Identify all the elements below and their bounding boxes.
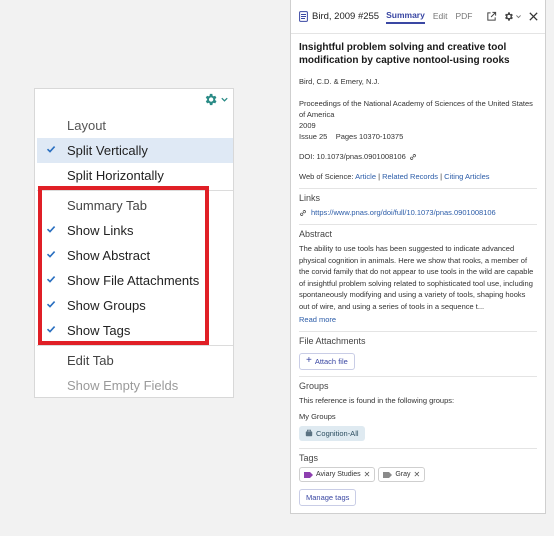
pane-body: Insightful problem solving and creative …: [291, 34, 545, 506]
gear-icon: [205, 93, 217, 106]
wos-related-records-link[interactable]: Related Records: [382, 172, 438, 181]
tab-edit[interactable]: Edit: [433, 11, 448, 23]
abstract-section: Abstract The ability to use tools has be…: [299, 224, 537, 325]
reference-pages: Pages 10370-10375: [335, 132, 404, 141]
menu-item-show-groups[interactable]: Show Groups: [37, 293, 233, 318]
reference-issue: Issue 25: [299, 132, 328, 141]
group-chip[interactable]: Cognition-All: [299, 425, 365, 441]
menu-header-layout: Layout: [67, 118, 107, 133]
reference-journal: Proceedings of the National Academy of S…: [299, 99, 533, 119]
checkmark-icon: [46, 226, 56, 233]
remove-tag-icon[interactable]: ✕: [414, 470, 421, 479]
plus-icon: +: [306, 355, 312, 366]
tags-section: Tags Aviary Studies ✕ Gray ✕ Manage tags: [299, 448, 537, 506]
pane-settings-button[interactable]: [503, 11, 522, 22]
menu-header-edit-tab: Edit Tab: [67, 353, 114, 368]
reference-summary-pane: Bird, 2009 #255 Summary Edit PDF Insight: [290, 0, 546, 514]
checkmark-icon: [46, 146, 56, 153]
open-external-icon[interactable]: [486, 11, 497, 22]
checkmark-icon: [46, 276, 56, 283]
close-icon[interactable]: [528, 11, 539, 22]
manage-tags-button[interactable]: Manage tags: [299, 489, 357, 506]
reference-authors: Bird, C.D. & Emery, N.J.: [299, 77, 380, 86]
group-icon: [305, 429, 313, 437]
menu-header-summary-tab: Summary Tab: [67, 198, 147, 213]
menu-item-show-abstract[interactable]: Show Abstract: [37, 243, 233, 268]
menu-item-show-file-attachments[interactable]: Show File Attachments: [37, 268, 233, 293]
tag-chip[interactable]: Aviary Studies ✕: [299, 467, 376, 482]
file-attachments-section: File Attachments + Attach file: [299, 331, 537, 370]
my-groups-label: My Groups: [299, 411, 336, 421]
tags-section-title: Tags: [299, 453, 319, 463]
tab-summary[interactable]: Summary: [386, 10, 425, 24]
read-more-link[interactable]: Read more: [299, 314, 537, 325]
menu-item-show-links[interactable]: Show Links: [37, 218, 233, 243]
groups-section-title: Groups: [299, 380, 329, 391]
link-icon: [300, 209, 306, 216]
reference-doi-row: DOI: 10.1073/pnas.0901008106: [299, 151, 537, 162]
layout-menu-panel: Layout Split Vertically Split Horizontal…: [34, 88, 234, 398]
tag-label: Gray: [395, 471, 411, 478]
tags-row: Aviary Studies ✕ Gray ✕: [299, 467, 537, 482]
tag-chip[interactable]: Gray ✕: [378, 467, 426, 482]
web-of-science-row: Web of Science: Article | Related Record…: [299, 172, 490, 181]
reference-year: 2009: [299, 121, 316, 130]
menu-item-split-horizontally[interactable]: Split Horizontally: [37, 163, 233, 188]
checkmark-icon: [46, 326, 56, 333]
abstract-section-title: Abstract: [299, 229, 333, 239]
tag-icon: [304, 471, 313, 478]
menu-item-split-vertically[interactable]: Split Vertically: [37, 138, 233, 163]
group-chip-label: Cognition-All: [316, 428, 359, 438]
menu-divider: [37, 345, 233, 346]
abstract-text: The ability to use tools has been sugges…: [299, 244, 534, 311]
url-row: https://www.pnas.org/doi/full/10.1073/pn…: [299, 207, 537, 218]
pane-toolbar: Bird, 2009 #255 Summary Edit PDF: [291, 0, 545, 34]
chevron-down-icon: [516, 15, 521, 19]
link-icon[interactable]: [409, 153, 417, 161]
menu-list: Layout Split Vertically Split Horizontal…: [37, 113, 233, 398]
links-section-title: Links: [299, 193, 321, 203]
remove-tag-icon[interactable]: ✕: [364, 470, 371, 479]
reference-title: Insightful problem solving and creative …: [299, 42, 510, 66]
tag-icon: [383, 471, 393, 478]
file-attachments-title: File Attachments: [299, 336, 366, 346]
reference-doi: DOI: 10.1073/pnas.0901008106: [299, 152, 406, 161]
tag-label: Aviary Studies: [316, 471, 361, 478]
wos-citing-articles-link[interactable]: Citing Articles: [444, 172, 489, 181]
reference-issue-pages: Issue 25 Pages 10370-10375: [299, 131, 537, 142]
settings-menu-button[interactable]: [203, 92, 229, 107]
reference-label: Bird, 2009 #255: [312, 11, 380, 22]
chevron-down-icon: [221, 97, 228, 102]
checkmark-icon: [46, 251, 56, 258]
document-icon: [299, 11, 308, 22]
menu-item-show-empty-fields: Show Empty Fields: [67, 378, 179, 393]
links-section: Links https://www.pnas.org/doi/full/10.1…: [299, 188, 537, 218]
gear-icon: [505, 12, 513, 21]
menu-item-show-tags[interactable]: Show Tags: [37, 318, 233, 343]
reference-url-link[interactable]: https://www.pnas.org/doi/full/10.1073/pn…: [311, 207, 496, 218]
tab-pdf[interactable]: PDF: [456, 11, 473, 23]
menu-divider: [37, 190, 233, 191]
groups-section: Groups This reference is found in the fo…: [299, 375, 537, 443]
wos-article-link[interactable]: Article: [355, 172, 376, 181]
attach-file-button[interactable]: + Attach file: [299, 352, 355, 370]
attach-file-label: Attach file: [314, 356, 348, 366]
web-of-science-label: Web of Science:: [299, 172, 354, 181]
groups-description: This reference is found in the following…: [299, 395, 455, 405]
checkmark-icon: [46, 301, 56, 308]
